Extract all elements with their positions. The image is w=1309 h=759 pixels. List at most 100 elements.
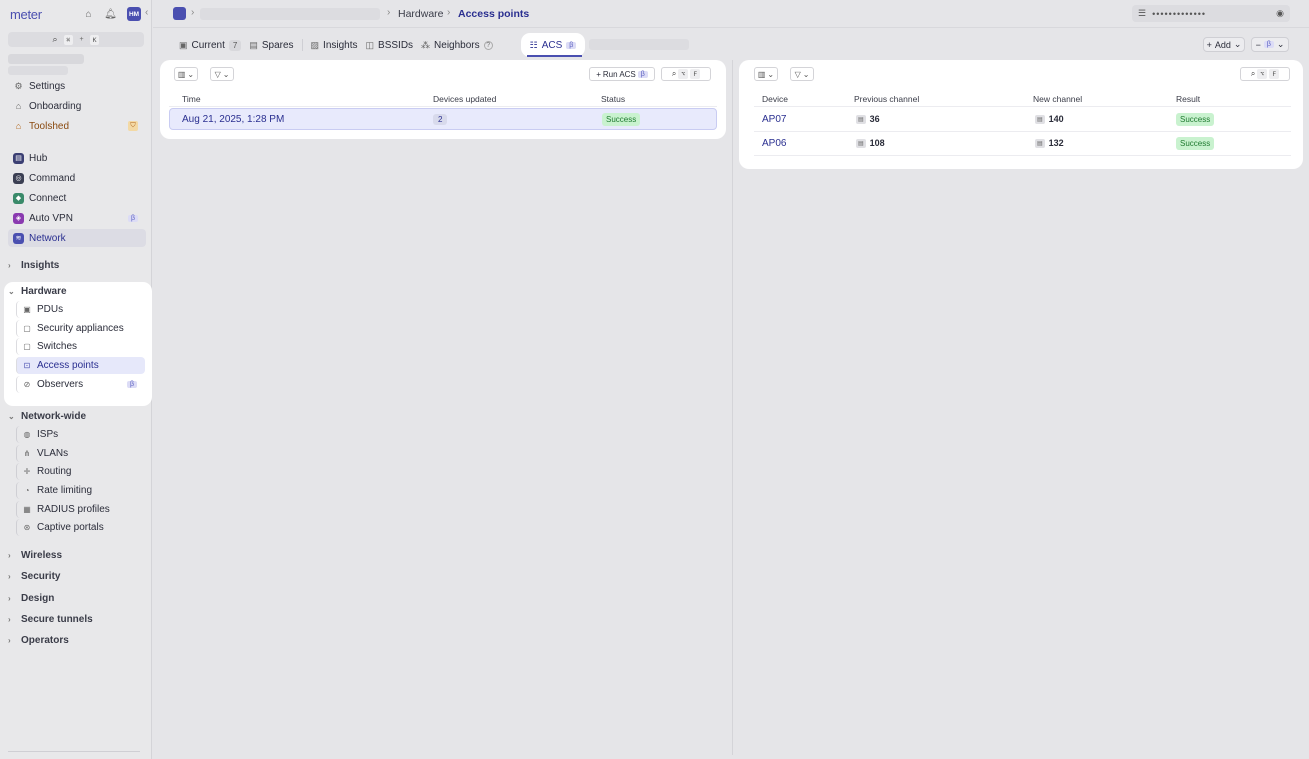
filter-button[interactable]: ▽ ⌄ — [210, 67, 234, 81]
column-header-devices-updated[interactable]: Devices updated — [433, 94, 496, 104]
sidebar-item-network[interactable]: ≋ Network — [8, 229, 146, 247]
shortcut-key: F — [1269, 69, 1280, 79]
acs-results-panel — [739, 60, 1303, 169]
columns-button[interactable]: ▥ ⌄ — [174, 67, 198, 81]
sidebar-item-rate-limiting[interactable]: ◔ Rate limiting — [16, 482, 145, 499]
redacted-network-name[interactable] — [8, 54, 84, 64]
tab-label: BSSIDs — [378, 39, 414, 51]
run-acs-button[interactable]: + Run ACS β — [589, 67, 655, 81]
sidebar-item-pdus[interactable]: ▣ PDUs — [16, 301, 145, 318]
bssid-icon: ◫ — [365, 39, 375, 50]
sidebar-item-label: Command — [29, 172, 76, 184]
chevron-right-icon: › — [191, 7, 195, 18]
device-link[interactable]: AP07 — [762, 114, 786, 125]
minus-icon: − — [1255, 39, 1261, 50]
sidebar-item-label: VLANs — [37, 448, 69, 459]
sidebar-item-toolshed[interactable]: ⌂ Toolshed ⛉ — [8, 117, 146, 135]
search-button[interactable]: ⌕ ⌥ F — [661, 67, 711, 81]
sidebar-item-vlans[interactable]: ⋔ VLANs — [16, 445, 145, 462]
tab-label: Neighbors — [434, 39, 480, 51]
tab-label: Spares — [261, 39, 294, 51]
chevron-down-icon: ⌄ — [8, 286, 15, 296]
redacted-tab[interactable] — [589, 39, 689, 50]
shield-icon: ⛉ — [128, 121, 138, 131]
redacted-breadcrumb[interactable] — [200, 8, 380, 20]
column-header-status[interactable]: Status — [601, 94, 625, 104]
tab-current[interactable]: ▣ Current 7 — [175, 36, 245, 54]
collapse-sidebar-icon[interactable]: ‹ — [145, 7, 148, 18]
tab-acs[interactable]: ☷ ACS β — [521, 33, 585, 57]
portal-icon: ⊛ — [23, 523, 31, 532]
channel-icon: ▤ — [1035, 114, 1045, 124]
run-acs-label: Run ACS — [602, 69, 636, 79]
access-point-icon: ⊡ — [23, 361, 31, 370]
sidebar-item-routing[interactable]: ✛ Routing — [16, 463, 145, 480]
filter-button[interactable]: ▽ ⌄ — [790, 67, 814, 81]
onboarding-icon: ⌂ — [15, 101, 22, 111]
command-icon: ◎ — [13, 172, 24, 184]
channel-icon: ▤ — [1035, 138, 1045, 148]
group-operators[interactable]: › Operators — [8, 632, 69, 648]
device-link[interactable]: AP06 — [762, 138, 786, 149]
radius-icon: ▦ — [23, 505, 31, 514]
tab-spares[interactable]: ▤ Spares — [245, 36, 297, 54]
building-icon[interactable]: ⌂ — [82, 8, 95, 21]
connect-icon: ◆ — [13, 192, 24, 204]
sidebar-item-security-appliances[interactable]: ▢ Security appliances — [16, 320, 145, 337]
group-insights[interactable]: › Insights — [8, 257, 59, 273]
sidebar-item-connect[interactable]: ◆ Connect — [8, 189, 146, 207]
sidebar-item-settings[interactable]: ⚙ Settings — [8, 77, 146, 95]
column-header-new-channel[interactable]: New channel — [1033, 94, 1082, 104]
columns-button[interactable]: ▥ ⌄ — [754, 67, 778, 81]
search-button[interactable]: ⌕ ⌘ + K — [8, 32, 144, 47]
sidebar-item-captive-portals[interactable]: ⊛ Captive portals — [16, 519, 145, 536]
sidebar-item-auto-vpn[interactable]: ◈ Auto VPN β — [8, 209, 146, 227]
sidebar-item-onboarding[interactable]: ⌂ Onboarding — [8, 97, 146, 115]
sidebar-item-isps[interactable]: ◍ ISPs — [16, 426, 145, 443]
tab-neighbors[interactable]: ⁂ Neighbors ? — [417, 36, 497, 54]
shortcut-key: ⌥ — [1257, 69, 1268, 79]
beta-badge: β — [566, 41, 577, 49]
sidebar-item-command[interactable]: ◎ Command — [8, 169, 146, 187]
eye-icon[interactable]: ◉ — [1276, 8, 1284, 19]
sidebar-item-switches[interactable]: ▢ Switches — [16, 338, 145, 355]
status-badge: Success — [602, 113, 641, 126]
meter-logo[interactable]: meter — [10, 7, 42, 22]
network-icon[interactable] — [173, 7, 186, 20]
tab-divider — [301, 39, 303, 51]
column-header-previous-channel[interactable]: Previous channel — [854, 94, 919, 104]
column-header-device[interactable]: Device — [762, 94, 788, 104]
chevron-down-icon: ⌄ — [767, 69, 775, 79]
search-button[interactable]: ⌕ ⌥ F — [1240, 67, 1290, 81]
channel-value: 108 — [869, 138, 885, 148]
wifi-password-field[interactable]: ☰ ••••••••••••• ◉ — [1132, 5, 1290, 22]
sidebar-item-access-points[interactable]: ⊡ Access points — [16, 357, 145, 374]
bell-icon[interactable]: 🔔︎ — [104, 8, 117, 21]
group-wireless[interactable]: › Wireless — [8, 547, 62, 563]
group-network-wide[interactable]: ⌄ Network-wide — [8, 408, 86, 424]
sidebar-item-hub[interactable]: ▤ Hub — [8, 149, 146, 167]
tab-bssids[interactable]: ◫ BSSIDs — [362, 36, 418, 54]
avatar[interactable]: HM — [127, 7, 141, 21]
sidebar-item-label: Onboarding — [29, 100, 82, 112]
group-label: Operators — [21, 634, 69, 646]
sidebar-item-observers[interactable]: ⊘ Observers β — [16, 376, 145, 393]
sidebar-item-label: Network — [29, 232, 66, 244]
tab-label: ACS — [541, 39, 563, 51]
sidebar-item-radius-profiles[interactable]: ▦ RADIUS profiles — [16, 501, 145, 518]
filter-icon: ▽ — [214, 69, 221, 79]
tab-insights[interactable]: ▨ Insights — [307, 36, 362, 54]
add-button[interactable]: + Add ⌄ — [1203, 37, 1245, 52]
options-button[interactable]: − β ⌄ — [1251, 37, 1289, 52]
column-header-result[interactable]: Result — [1176, 94, 1200, 104]
group-secure-tunnels[interactable]: › Secure tunnels — [8, 611, 93, 627]
group-hardware[interactable]: ⌄ Hardware — [8, 283, 67, 299]
new-channel: ▤ 140 — [1035, 114, 1064, 124]
panel-divider[interactable] — [732, 60, 733, 755]
column-header-time[interactable]: Time — [182, 94, 201, 104]
chart-icon: ▨ — [310, 39, 320, 50]
breadcrumb-hardware[interactable]: Hardware — [398, 8, 444, 20]
help-icon[interactable]: ? — [483, 40, 493, 50]
group-design[interactable]: › Design — [8, 590, 54, 606]
group-security[interactable]: › Security — [8, 568, 60, 584]
